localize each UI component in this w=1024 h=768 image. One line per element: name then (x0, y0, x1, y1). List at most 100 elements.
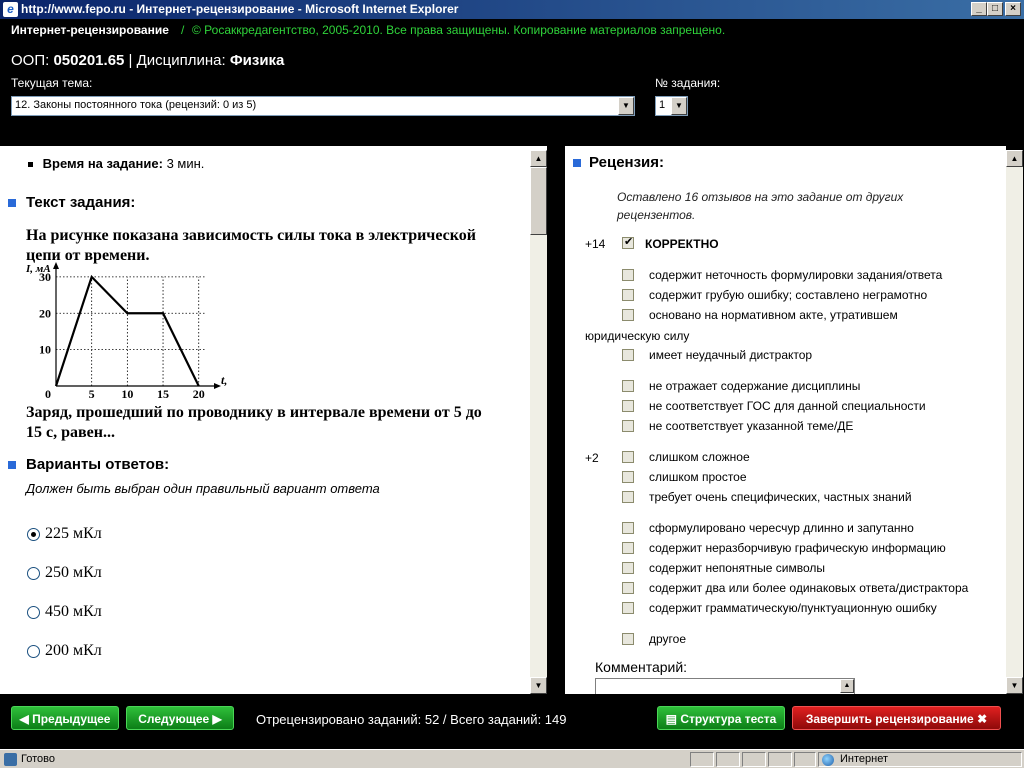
brand-title: Интернет-рецензирование (11, 23, 169, 37)
list-icon: ▤ (665, 712, 677, 726)
x-tick-label: 10 (121, 387, 133, 401)
discipline-label: | Дисциплина: (128, 52, 226, 69)
scroll-thumb[interactable] (530, 167, 547, 235)
criterion-checkbox[interactable] (622, 471, 634, 483)
criterion-label: содержит непонятные символы (649, 561, 826, 575)
criterion-checkbox[interactable] (622, 602, 634, 614)
other-label: другое (649, 632, 687, 646)
answer-label[interactable]: 200 мКл (45, 642, 102, 660)
time-on-task: Время на задание: 3 мин. (28, 156, 204, 171)
y-axis-arrow (53, 262, 59, 269)
criterion-label: содержит грубую ошибку; составлено негра… (649, 288, 928, 302)
minimize-button[interactable]: _ (971, 2, 987, 16)
status-cell (716, 752, 740, 767)
answers-heading-label: Варианты ответов: (26, 456, 170, 473)
other-checkbox[interactable] (622, 633, 634, 645)
x-tick-label: 20 (193, 387, 205, 401)
answer-radio[interactable] (27, 645, 40, 658)
bullet-icon (8, 461, 16, 470)
x-axis-arrow (214, 383, 221, 389)
answer-label[interactable]: 250 мКл (45, 564, 102, 582)
answer-radio[interactable] (27, 528, 40, 541)
comment-textarea[interactable]: ▲ (595, 678, 855, 694)
criterion-label: не соответствует ГОС для данной специаль… (649, 399, 926, 413)
x-tick-label: 5 (89, 387, 95, 401)
status-cell (742, 752, 766, 767)
scroll-down-icon[interactable]: ▼ (530, 677, 547, 694)
oop-line: ООП: 050201.65 | Дисциплина: Физика (11, 52, 284, 69)
oop-value: 050201.65 (53, 52, 125, 69)
oop-label: ООП: (11, 52, 50, 69)
review-scrollbar[interactable]: ▲ ▼ (1006, 150, 1023, 694)
criterion-label: слишком сложное (649, 450, 750, 464)
task-text-heading: Текст задания: (8, 194, 135, 211)
answer-label[interactable]: 450 мКл (45, 603, 102, 621)
correct-checkbox[interactable] (622, 235, 634, 249)
topic-select[interactable]: 12. Законы постоянного тока (рецензий: 0… (11, 96, 635, 116)
criteria-c-score: +2 (585, 451, 599, 465)
criterion-checkbox[interactable] (622, 309, 634, 321)
time-label: Время на задание: (42, 156, 163, 171)
criterion-label: сформулировано чересчур длинно и запутан… (649, 521, 914, 535)
next-button-label: Следующее (138, 712, 210, 726)
scroll-down-icon[interactable]: ▼ (1006, 677, 1023, 694)
triangle-right-icon: ▶ (212, 712, 222, 726)
chevron-down-icon[interactable]: ▼ (618, 97, 634, 115)
question-text-after: Заряд, прошедший по проводнику в интерва… (26, 403, 482, 443)
scroll-up-icon[interactable]: ▲ (530, 150, 547, 167)
copyright-text: © Росаккредагентство, 2005-2010. Все пра… (192, 23, 726, 37)
answer-label[interactable]: 225 мКл (45, 525, 102, 543)
criterion-label: содержит неточность формулировки задания… (649, 268, 943, 282)
criterion-checkbox[interactable] (622, 582, 634, 594)
close-window-button[interactable]: × (1005, 2, 1021, 16)
review-note-line: рецензентов. (617, 208, 696, 222)
y-axis-label: I, мА (25, 263, 51, 275)
criterion-checkbox[interactable] (622, 562, 634, 574)
page-done-icon (4, 753, 17, 766)
criterion-checkbox[interactable] (622, 380, 634, 392)
review-note: Оставлено 16 отзывов на это задание от д… (617, 188, 903, 224)
scroll-up-icon[interactable]: ▲ (1006, 150, 1023, 167)
criterion-checkbox[interactable] (622, 269, 634, 281)
triangle-left-icon: ◀ (19, 712, 29, 726)
criterion-checkbox[interactable] (622, 420, 634, 432)
criterion-checkbox[interactable] (622, 289, 634, 301)
criterion-label: содержит неразборчивую графическую инфор… (649, 541, 946, 555)
answers-hint: Должен быть выбран один правильный вариа… (26, 481, 380, 496)
task-number-select[interactable]: 1 ▼ (655, 96, 688, 116)
criterion-checkbox[interactable] (622, 522, 634, 534)
correct-score: +14 (585, 237, 606, 251)
criterion-checkbox[interactable] (622, 542, 634, 554)
status-cell (794, 752, 816, 767)
task-panel: Время на задание: 3 мин. Текст задания: … (0, 146, 547, 694)
comment-label: Комментарий: (595, 659, 688, 675)
window-titlebar: e http://www.fepo.ru - Интернет-рецензир… (0, 0, 1024, 19)
review-panel: Рецензия: Оставлено 16 отзывов на это за… (565, 146, 1006, 694)
task-scrollbar[interactable]: ▲ ▼ (530, 150, 547, 694)
criterion-checkbox[interactable] (622, 491, 634, 503)
criterion-checkbox[interactable] (622, 451, 634, 463)
y-tick-label: 10 (39, 343, 51, 357)
correct-label: КОРРЕКТНО (645, 237, 719, 251)
bottom-nav-bar: ◀ Предыдущее Следующее ▶ Отрецензировано… (0, 694, 1024, 746)
next-button[interactable]: Следующее ▶ (126, 706, 234, 730)
review-heading-label: Рецензия: (589, 154, 665, 171)
status-cell (690, 752, 714, 767)
chevron-down-icon[interactable]: ▼ (671, 97, 687, 115)
finish-review-button[interactable]: Завершить рецензирование ✖ (792, 706, 1001, 730)
scroll-up-icon[interactable]: ▲ (840, 679, 854, 693)
criterion-checkbox[interactable] (622, 400, 634, 412)
test-structure-button[interactable]: ▤ Структура теста (657, 706, 785, 730)
answer-radio[interactable] (27, 567, 40, 580)
previous-button[interactable]: ◀ Предыдущее (11, 706, 119, 730)
answer-radio[interactable] (27, 606, 40, 619)
globe-icon (822, 754, 834, 766)
finish-review-label: Завершить рецензирование (805, 712, 974, 726)
test-structure-label: Структура теста (680, 712, 777, 726)
maximize-button[interactable]: □ (987, 2, 1003, 16)
x-axis-label: t, с (221, 373, 230, 387)
question-line: Заряд, прошедший по проводнику в интерва… (26, 404, 482, 421)
review-progress-text: Отрецензировано заданий: 52 / Всего зада… (256, 712, 567, 727)
criterion-checkbox[interactable] (622, 349, 634, 361)
header-separator: / (181, 23, 185, 37)
